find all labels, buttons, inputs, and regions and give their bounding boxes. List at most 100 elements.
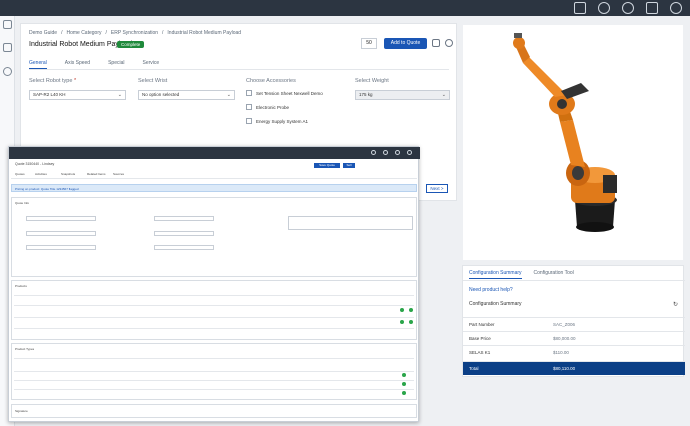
table-row-line	[14, 389, 414, 390]
quote-window-overlay: Quote 3150440 - Lindsey Save Quote Sell …	[8, 146, 420, 422]
document-icon[interactable]	[3, 20, 12, 29]
next-button[interactable]: Next >	[426, 184, 448, 193]
chevron-down-icon: ⌄	[441, 92, 446, 98]
clock-icon[interactable]	[598, 2, 610, 14]
section-title: Products	[15, 284, 27, 288]
status-dot	[402, 382, 406, 386]
quantity-input[interactable]: 50	[361, 38, 377, 49]
breadcrumb-link[interactable]: Demo Guide	[29, 30, 57, 36]
quote-tab[interactable]: Related Items	[87, 172, 106, 176]
status-dot	[402, 373, 406, 377]
breadcrumb-link[interactable]: ERP Synchronization	[111, 30, 158, 36]
account-icon[interactable]	[670, 2, 682, 14]
required-marker: *	[73, 78, 77, 84]
robot-type-value: SAP-R2 L40 KH	[33, 92, 66, 97]
summary-tabs: Configuration Summary Configuration Tool	[469, 270, 574, 279]
summary-row-label: Part Number	[469, 322, 495, 327]
status-dot	[409, 308, 413, 312]
accessory-label: Electronic Probe	[256, 105, 290, 110]
settings-icon[interactable]	[3, 67, 12, 76]
share-icon[interactable]	[432, 39, 440, 47]
form-field[interactable]	[26, 245, 96, 250]
chevron-down-icon: ⌄	[226, 92, 231, 98]
star-icon[interactable]	[622, 2, 634, 14]
info-banner: Pricing on product: Quote Title 1234567 …	[11, 184, 417, 192]
tab-configuration-summary[interactable]: Configuration Summary	[469, 270, 522, 279]
breadcrumb-link[interactable]: Home Category	[66, 30, 101, 36]
quote-tab[interactable]: Sources	[113, 172, 124, 176]
form-field[interactable]	[154, 231, 214, 236]
summary-row-value: SAC_Z006	[553, 322, 576, 327]
tab-configuration-tool[interactable]: Configuration Tool	[534, 270, 574, 279]
summary-row: SELAS K1 $110.00	[463, 345, 685, 359]
wrist-value: No option selected	[142, 92, 180, 97]
robot-type-label: Select Robot type *	[29, 78, 76, 84]
tab-service[interactable]: Service	[143, 60, 160, 69]
robot-type-select[interactable]: SAP-R2 L40 KH ⌄	[29, 90, 126, 100]
table-header-line	[14, 358, 414, 359]
inbox-icon[interactable]	[646, 2, 658, 14]
table-row-line	[14, 371, 414, 372]
config-tabs: General Axis Speed Special Service	[29, 60, 159, 69]
summary-row-label: SELAS K1	[469, 350, 491, 355]
add-to-quote-button[interactable]: Add to Quote	[384, 38, 427, 49]
form-field[interactable]	[154, 216, 214, 221]
breadcrumb-separator: /	[105, 30, 107, 36]
summary-row-value: $110.00	[553, 350, 569, 355]
info-banner-text: Pricing on product: Quote Title 1234567 …	[15, 187, 79, 191]
accessory-label: Set Tension Sheet Nexwell Demo	[256, 91, 323, 96]
wrist-select[interactable]: No option selected ⌄	[138, 90, 235, 100]
products-panel: Products	[11, 280, 417, 340]
product-help-link[interactable]: Need product help?	[469, 287, 513, 293]
accessory-checkbox[interactable]	[246, 104, 252, 110]
tab-axis-speed[interactable]: Axis Speed	[65, 60, 90, 69]
summary-row: Base Price $80,000.00	[463, 331, 685, 345]
star-icon[interactable]	[445, 39, 453, 47]
form-field[interactable]	[26, 216, 96, 221]
chevron-down-icon: ⌄	[117, 92, 122, 98]
quote-window-icons	[371, 150, 412, 155]
breadcrumb: Demo Guide / Home Category / ERP Synchro…	[29, 30, 241, 36]
tab-special[interactable]: Special	[108, 60, 124, 69]
chat-icon[interactable]	[3, 43, 12, 52]
summary-row-value: $80,000.00	[553, 336, 576, 341]
sell-button[interactable]: Sell	[343, 163, 355, 168]
grid-icon[interactable]	[371, 150, 376, 155]
accessory-checkbox[interactable]	[246, 118, 252, 124]
weight-value: 175 kg	[359, 92, 373, 97]
quote-tab[interactable]: Quotes	[15, 172, 25, 176]
quote-tab[interactable]: Snapshots	[61, 172, 75, 176]
quote-tab[interactable]: Activities	[35, 172, 47, 176]
quote-window-titlebar	[9, 147, 420, 159]
weight-label: Select Weight	[355, 78, 389, 84]
refresh-icon[interactable]: ↻	[673, 301, 678, 308]
accessory-checkbox[interactable]	[246, 90, 252, 96]
account-icon[interactable]	[407, 150, 412, 155]
breadcrumb-current: Industrial Robot Medium Payload	[167, 30, 242, 36]
status-dot	[409, 320, 413, 324]
summary-row-label: Base Price	[469, 336, 491, 341]
status-badge: Complete	[117, 41, 145, 48]
product-image	[463, 25, 683, 260]
clock-icon[interactable]	[383, 150, 388, 155]
summary-tab-divider	[463, 280, 685, 281]
section-title: Signature	[15, 409, 28, 413]
configuration-summary-card: Configuration Summary Configuration Tool…	[462, 265, 685, 377]
bell-icon[interactable]	[395, 150, 400, 155]
save-quote-button[interactable]: Save Quote	[314, 163, 340, 168]
summary-total-value: $80,110.00	[553, 366, 576, 371]
form-field[interactable]	[154, 245, 214, 250]
table-row-line	[14, 317, 414, 318]
wrist-label: Select Wrist	[138, 78, 168, 84]
form-textarea[interactable]	[288, 216, 413, 230]
robot-type-label-text: Select Robot type	[29, 78, 73, 84]
weight-select[interactable]: 175 kg ⌄	[355, 90, 450, 100]
summary-heading: Configuration Summary	[469, 301, 522, 307]
accessories-label: Choose Accessories	[246, 78, 296, 84]
signature-panel: Signature	[11, 404, 417, 418]
table-row-line	[14, 305, 414, 306]
tab-general[interactable]: General	[29, 60, 47, 69]
cart-icon[interactable]	[574, 2, 586, 14]
form-field[interactable]	[26, 231, 96, 236]
product-types-panel: Product Types	[11, 343, 417, 400]
